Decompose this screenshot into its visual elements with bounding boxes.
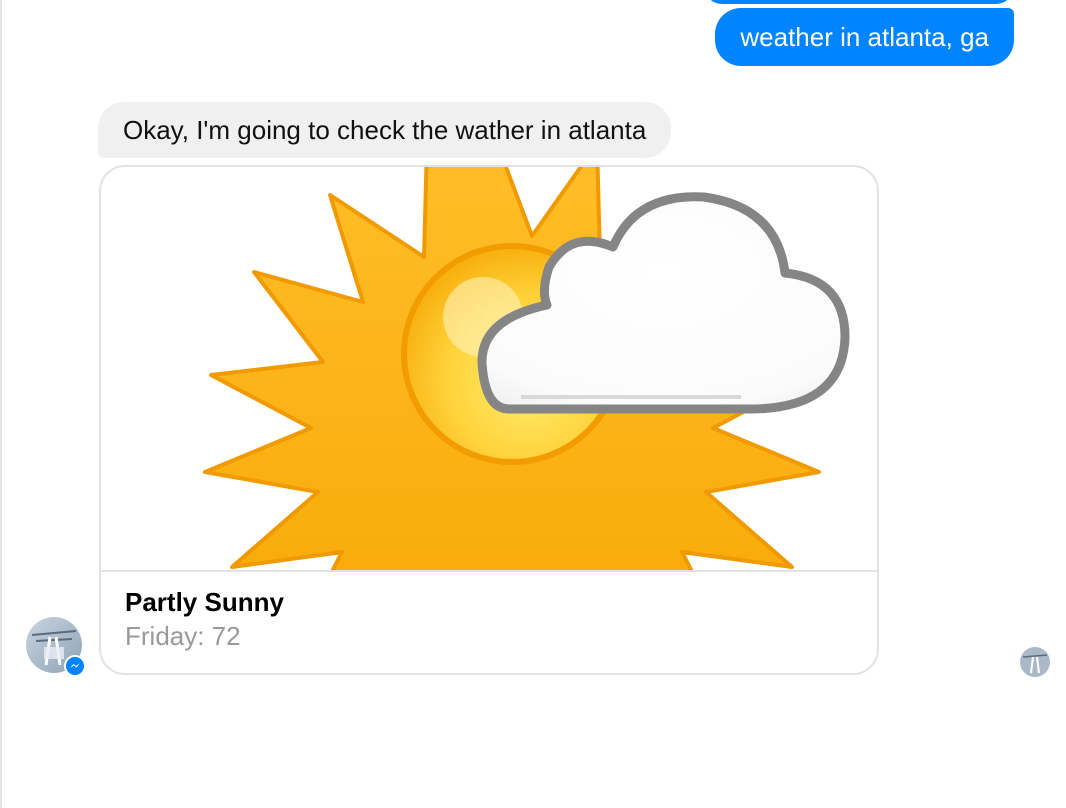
messenger-badge-icon xyxy=(64,655,86,677)
partly-sunny-icon xyxy=(101,167,877,570)
previous-outgoing-bubble-edge xyxy=(704,0,1014,4)
weather-condition-title: Partly Sunny xyxy=(125,587,284,617)
chat-left-border xyxy=(0,0,2,808)
outgoing-message-bubble[interactable]: weather in atlanta, ga xyxy=(715,8,1014,66)
weather-forecast-subtitle: Friday: 72 xyxy=(125,621,241,651)
incoming-message-bubble[interactable]: Okay, I'm going to check the wather in a… xyxy=(98,102,672,158)
card-divider xyxy=(101,570,877,572)
bot-avatar-icon[interactable] xyxy=(26,617,86,677)
weather-card[interactable]: Partly Sunny Friday: 72 xyxy=(99,165,879,675)
read-receipt-avatar-icon xyxy=(1020,647,1050,677)
